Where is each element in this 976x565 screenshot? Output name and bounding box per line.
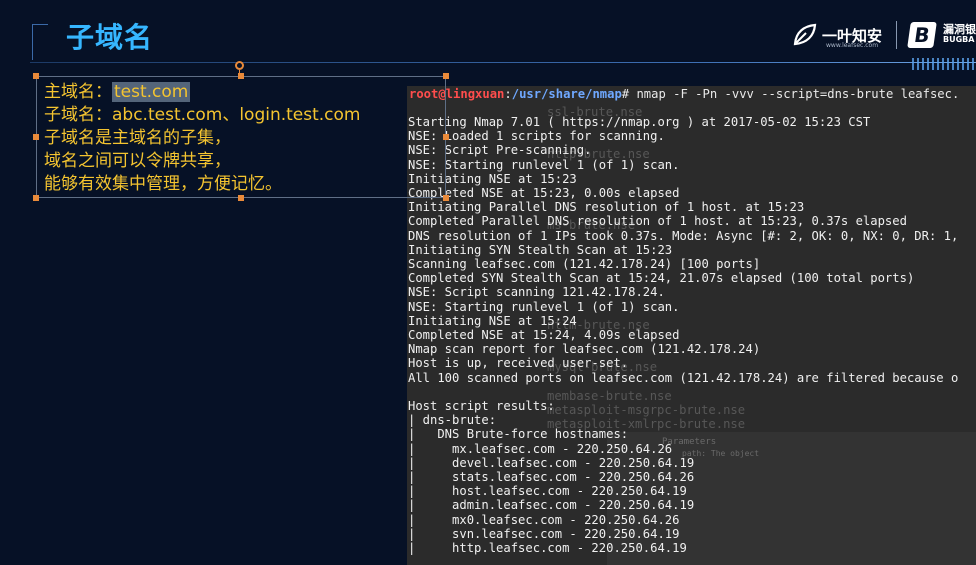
logo-divider [896,21,898,49]
resize-handle-ne[interactable] [443,73,449,79]
terminal-output: Starting Nmap 7.01 ( https://nmap.org ) … [408,115,958,555]
terminal-line: | svn.leafsec.com - 220.250.64.19 [408,526,680,541]
header-stripes [912,58,976,70]
rotate-handle-icon[interactable] [235,61,244,70]
terminal-line: | mx0.leafsec.com - 220.250.64.26 [408,512,680,527]
terminal-line: NSE: Script scanning 121.42.178.24. [408,285,665,300]
corner-decoration-vertical [32,24,33,60]
brand2-name: 漏洞银 BUGBA [943,23,976,45]
terminal-line: Completed NSE at 15:24, 4.09s elapsed [408,328,680,343]
bugbank-icon: B [907,22,937,48]
terminal-line: Scanning leafsec.com (121.42.178.24) [10… [408,257,761,272]
terminal-line: NSE: Loaded 1 scripts for scanning. [408,129,665,144]
terminal-line: | http.leafsec.com - 220.250.64.19 [408,541,687,556]
terminal-line: Host script results: [408,399,555,414]
terminal-line: | host.leafsec.com - 220.250.64.19 [408,484,687,499]
terminal-line: Completed NSE at 15:23, 0.00s elapsed [408,186,680,201]
terminal-line: Host is up, received user-set. [408,356,629,371]
terminal-line: | admin.leafsec.com - 220.250.64.19 [408,498,695,513]
terminal-line: | dns-brute: [408,413,497,428]
leaf-icon [793,23,817,46]
text-line-subdomains: 子域名：abc.test.com、login.test.com [44,105,361,125]
terminal-line: Initiating NSE at 15:23 [408,171,577,186]
terminal-line: Completed SYN Stealth Scan at 15:24, 21.… [408,271,915,286]
terminal-line: | DNS Brute-force hostnames: [408,427,629,442]
terminal-line: All 100 scanned ports on leafsec.com (12… [408,370,959,385]
text-line-5: 能够有效集中管理，方便记忆。 [44,174,282,194]
terminal-prompt: root@lingxuan:/usr/share/nmap# nmap -F -… [409,87,960,101]
corner-decoration [32,24,48,25]
terminal-line: | devel.leafsec.com - 220.250.64.19 [408,455,695,470]
terminal-line: | mx.leafsec.com - 220.250.64.26 [408,441,673,456]
terminal-line: | stats.leafsec.com - 220.250.64.26 [408,470,695,485]
slide-title: 子域名 [66,21,154,54]
brand-url: www.leafsec.com [826,42,879,49]
terminal-screenshot: ssl-brute.nse http-brute.nse ms-brute.ns… [407,86,976,565]
resize-handle-sw[interactable] [33,195,39,201]
resize-handle-w[interactable] [33,134,39,140]
text-content[interactable]: 主域名： test.com 子域名：abc.test.com、login.test… [44,81,361,196]
terminal-line: Initiating SYN Stealth Scan at 15:23 [408,242,673,257]
terminal-line: NSE: Script Pre-scanning. [408,143,592,158]
text-line-main-domain: 主域名： test.com [44,81,361,104]
resize-handle-e[interactable] [443,134,449,140]
terminal-line: NSE: Starting runlevel 1 (of 1) scan. [408,157,680,172]
brand2-line1: 漏洞银 [943,23,976,36]
header-divider [30,62,976,63]
brand2-line2: BUGBA [943,35,975,44]
prompt-path: /usr/share/nmap [511,87,622,101]
terminal-line: Completed Parallel DNS resolution of 1 h… [408,214,907,229]
brand-logo: 一叶知安 www.leafsec.com B 漏洞银 BUGBA [792,20,976,50]
terminal-line: DNS resolution of 1 IPs took 0.37s. Mode… [408,228,959,243]
terminal-line: Starting Nmap 7.01 ( https://nmap.org ) … [408,115,871,129]
resize-handle-nw[interactable] [33,73,39,79]
main-domain-label: 主域名： [44,82,112,102]
resize-handle-se[interactable] [443,195,449,201]
terminal-line: Initiating Parallel DNS resolution of 1 … [408,200,805,215]
main-domain-value: test.com [112,82,191,102]
selected-text-box[interactable]: 主域名： test.com 子域名：abc.test.com、login.test… [33,61,449,201]
terminal-line: NSE: Starting runlevel 1 (of 1) scan. [408,299,680,314]
text-line-3: 子域名是主域名的子集， [44,128,231,148]
terminal-line: Nmap scan report for leafsec.com (121.42… [408,342,761,357]
text-line-4: 域名之间可以令牌共享， [44,151,231,171]
prompt-command: # nmap -F -Pn -vvv --script=dns-brute le… [621,87,960,101]
terminal-line: Initiating NSE at 15:24 [408,313,577,328]
resize-handle-n[interactable] [238,73,244,79]
